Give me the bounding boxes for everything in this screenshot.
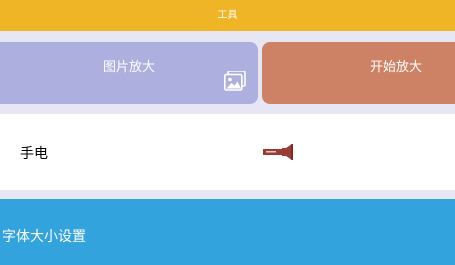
title-bar: 工具: [0, 0, 455, 31]
flashlight-label: 手电: [20, 146, 48, 162]
font-size-settings-label: 字体大小设置: [2, 229, 86, 245]
font-size-settings-row[interactable]: 字体大小设置: [0, 199, 455, 265]
image-icon: [224, 71, 246, 91]
flashlight-icon: [263, 144, 293, 160]
flashlight-row[interactable]: 手电: [0, 114, 455, 190]
page-title: 工具: [217, 10, 238, 21]
image-zoom-label: 图片放大: [102, 60, 155, 75]
image-zoom-button[interactable]: 图片放大: [0, 42, 258, 104]
start-zoom-button[interactable]: 开始放大: [262, 42, 455, 104]
start-zoom-label: 开始放大: [370, 60, 423, 75]
